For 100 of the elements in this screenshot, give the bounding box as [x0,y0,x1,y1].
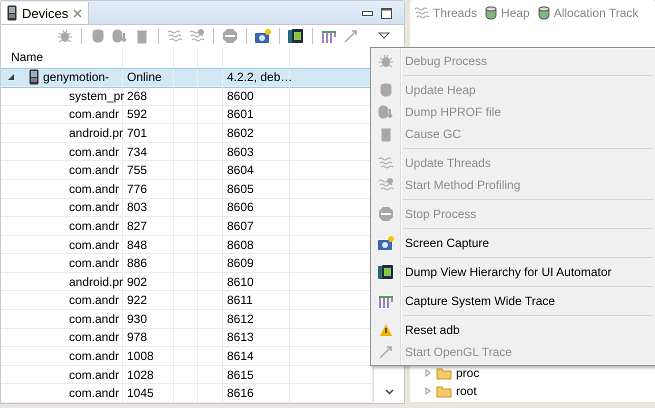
wavy-lines-dot-icon [189,28,205,44]
cylinder-icon [379,82,393,98]
process-port: 8611 [227,293,253,308]
process-name: com.andr [69,330,120,344]
process-pid: 1028 [127,368,154,382]
expand-arrow-icon[interactable] [7,73,15,82]
menu-item[interactable]: Capture System Wide Trace [371,290,655,312]
bars-icon [378,293,394,309]
process-port: 8604 [227,163,254,178]
device-status: Online [127,70,162,84]
process-name: system_pr [69,88,124,103]
process-pid: 930 [127,312,148,326]
process-port: 8613 [227,330,254,344]
process-pid: 827 [127,218,148,233]
process-name: com.andr [69,144,120,159]
bug-icon [57,28,73,44]
process-name: com.andr [69,312,120,326]
wavy-lines-icon [167,28,183,44]
process-name: com.andr [69,218,120,233]
process-pid: 1008 [127,348,154,363]
process-pid: 922 [127,293,148,308]
tree-item[interactable]: root [424,382,655,400]
chevron-down-icon[interactable] [384,389,394,395]
wavy-lines-icon [414,5,430,21]
process-port: 8608 [227,238,254,252]
view-tab[interactable]: Allocation Track [536,5,638,21]
maximize-icon[interactable] [381,8,392,19]
arrow-icon [343,28,359,44]
process-pid: 1045 [127,386,154,400]
device-row[interactable]: genymotion- Online 4.2.2, deb… [1,68,373,88]
wavy-lines-icon [378,155,394,171]
process-name: com.andr [69,238,120,252]
process-port: 8612 [227,312,254,326]
phone-icon [7,5,17,21]
menu-item[interactable]: Dump View Hierarchy for UI Automator [371,261,655,283]
camera-icon [254,28,272,44]
process-name: com.andr [69,256,120,270]
bars-icon [321,28,337,44]
process-name: com.andr [69,348,120,363]
process-name: com.andr [69,200,120,214]
bug-icon [378,53,394,69]
folder-icon [436,384,452,398]
process-name: android.pr [69,126,124,140]
process-port: 8614 [227,348,254,363]
process-name: com.andr [69,163,120,178]
cylinder-arrow-icon [378,104,394,120]
process-pid: 776 [127,182,148,196]
column-header[interactable]: Name [11,50,44,64]
process-pid: 755 [127,163,148,178]
process-name: com.andr [69,368,120,382]
stop-sign-icon [222,28,238,44]
process-port: 8607 [227,218,254,233]
process-port: 8605 [227,182,254,196]
cylinder-icon [484,5,498,21]
process-port: 8615 [227,368,254,382]
process-pid: 902 [127,274,148,289]
process-port: 8603 [227,144,254,159]
view-tab[interactable]: Heap [484,5,530,21]
cylinder-icon [536,5,551,21]
process-port: 8601 [227,107,254,122]
process-pid: 978 [127,330,148,344]
trash-icon [136,28,148,44]
menu-item[interactable]: Reset adb [371,319,655,341]
process-port: 8602 [227,126,254,140]
stop-sign-icon [378,206,394,222]
view-tab[interactable]: Threads [414,5,478,21]
process-pid: 701 [127,126,148,140]
process-port: 8610 [227,274,254,289]
camera-icon [377,235,395,251]
process-name: com.andr [69,182,120,196]
device-name: genymotion- [43,70,110,84]
trash-icon [380,126,392,142]
minimize-icon[interactable] [362,10,373,16]
process-pid: 886 [127,256,148,270]
tablet-icon [378,264,394,280]
process-pid: 592 [127,107,148,122]
close-icon[interactable] [73,8,82,18]
tree-item[interactable]: proc [424,364,655,382]
process-pid: 734 [127,144,148,159]
process-pid: 268 [127,88,148,103]
devices-tab[interactable]: Devices [1,2,90,24]
process-pid: 848 [127,238,148,252]
wavy-lines-dot-icon [378,177,394,193]
device-version: 4.2.2, deb… [227,70,292,84]
process-pid: 803 [127,200,148,214]
toolbar-button[interactable] [287,27,305,45]
phone-icon [29,69,39,86]
cylinder-arrow-icon [112,28,128,44]
dropdown-icon[interactable] [378,32,390,40]
process-port: 8609 [227,256,254,270]
process-name: android.pr [69,274,124,289]
tablet-icon [288,28,304,44]
process-port: 8606 [227,200,254,214]
cylinder-icon [91,28,105,44]
menu-item[interactable]: Screen Capture [371,232,655,254]
process-name: com.andr [69,386,120,400]
process-name: com.andr [69,293,120,308]
arrow-icon [378,344,394,360]
process-port: 8616 [227,386,254,400]
process-name: com.andr [69,107,120,122]
